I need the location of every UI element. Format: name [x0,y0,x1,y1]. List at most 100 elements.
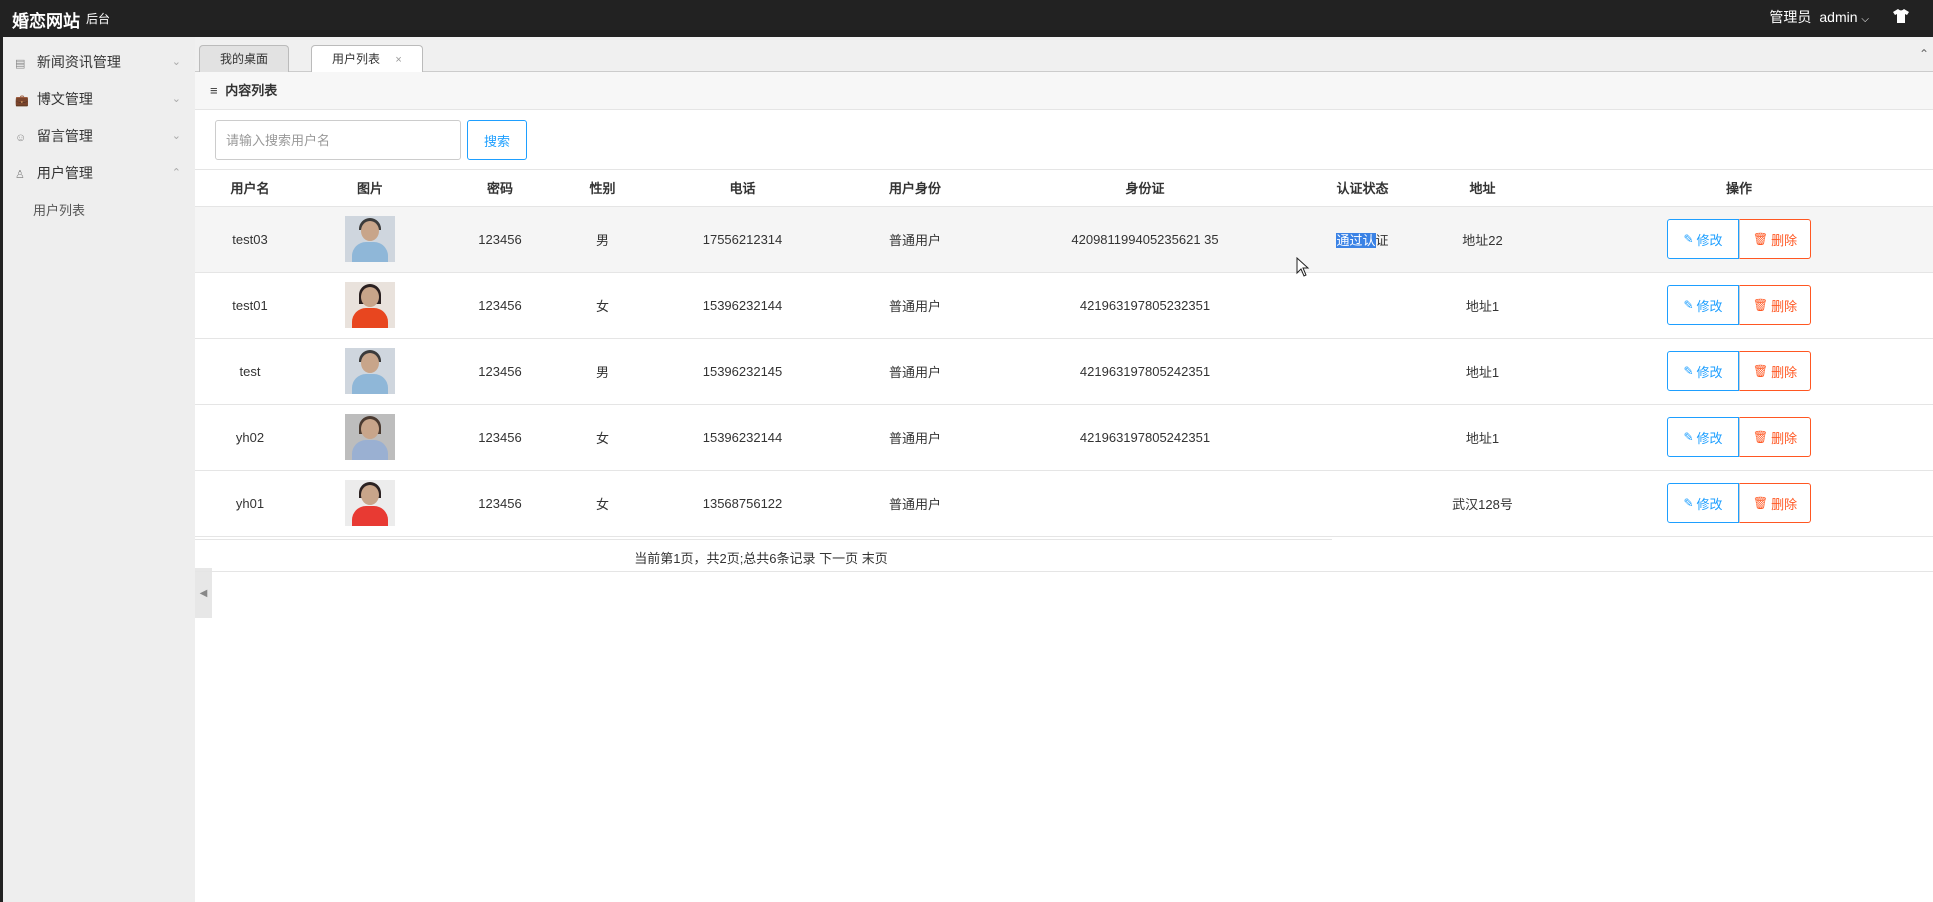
sidebar-subitem-user-list[interactable]: 用户列表 [3,192,195,229]
actions-cell: ✎ 修改 🗑 删除 [1545,470,1933,537]
sidebar-item-blog[interactable]: 💼 博文管理 ⌄ [3,81,195,118]
user-photo[interactable] [345,216,395,262]
delete-button[interactable]: 🗑 删除 [1739,351,1811,391]
address-cell: 地址1 [1420,338,1545,405]
delete-label: 删除 [1771,298,1798,314]
id-card-cell: 420981199405235621 35 [985,206,1305,273]
sidebar-collapse-handle[interactable]: ◀ [195,568,212,618]
column-header: 地址 [1420,170,1545,207]
address-cell: 地址1 [1420,404,1545,471]
table-header-row: 用户名 图片 密码 性别 电话 用户身份 身份证 认证状态 地址 操作 [195,170,1933,207]
photo-cell [305,338,435,405]
phone-cell: 15396232144 [640,272,845,339]
photo-cell [305,272,435,339]
user-icon: ♙ [15,169,25,181]
actions-cell: ✎ 修改 🗑 删除 [1545,272,1933,339]
edit-icon: ✎ [1683,232,1694,246]
edit-label: 修改 [1696,364,1723,380]
chevron-down-icon: ⌄ [171,93,181,105]
gender-cell: 女 [565,272,640,339]
edit-label: 修改 [1696,232,1723,248]
delete-label: 删除 [1771,496,1798,512]
actions-cell: ✎ 修改 🗑 删除 [1545,338,1933,405]
row-actions: ✎ 修改 🗑 删除 [1667,351,1811,391]
edit-button[interactable]: ✎ 修改 [1667,351,1739,391]
id-card-cell: 421963197805242351 [985,338,1305,405]
user-menu[interactable]: admin ⌵ [1819,9,1869,25]
edit-label: 修改 [1696,496,1723,512]
auth-status-cell: 通过认证 [1305,206,1420,273]
sidebar-item-messages[interactable]: ☺ 留言管理 ⌄ [3,118,195,155]
trash-icon: 🗑 [1752,298,1769,312]
user-photo[interactable] [345,348,395,394]
sidebar-item-news[interactable]: ▤ 新闻资讯管理 ⌄ [3,44,195,81]
comment-icon: ☺ [15,132,27,144]
edit-button[interactable]: ✎ 修改 [1667,483,1739,523]
delete-button[interactable]: 🗑 删除 [1739,417,1811,457]
delete-label: 删除 [1771,232,1798,248]
gender-cell: 男 [565,338,640,405]
address-cell: 地址1 [1420,272,1545,339]
chevron-down-icon: ⌄ [171,56,181,68]
username[interactable]: admin [1819,9,1857,25]
user-photo[interactable] [345,480,395,526]
delete-button[interactable]: 🗑 删除 [1739,483,1811,523]
list-icon: ≡ [210,83,218,98]
pagination: 当前第1页，共2页;总共6条记录 下一页 末页 [195,539,1933,572]
actions-cell: ✎ 修改 🗑 删除 [1545,206,1933,273]
edit-icon: ✎ [1683,364,1694,378]
auth-status-cell [1305,470,1420,537]
delete-label: 删除 [1771,364,1798,380]
tab-bar: 我的桌面 用户列表 × ⌃ [195,37,1933,73]
tab-user-list[interactable]: 用户列表 × [311,45,423,73]
edit-button[interactable]: ✎ 修改 [1667,219,1739,259]
id-card-cell [985,470,1305,537]
photo-cell [305,206,435,273]
close-icon[interactable]: × [395,54,401,66]
divider [195,539,1332,540]
row-actions: ✎ 修改 🗑 删除 [1667,219,1811,259]
sidebar: ▤ 新闻资讯管理 ⌄ 💼 博文管理 ⌄ ☺ 留言管理 ⌄ ♙ 用户管理 ⌃ 用户… [0,37,195,902]
password-cell: 123456 [435,338,565,405]
edit-button[interactable]: ✎ 修改 [1667,285,1739,325]
user-photo[interactable] [345,282,395,328]
sidebar-item-label: 用户管理 [36,165,93,181]
top-bar: 婚恋网站 后台 管理员 admin ⌵ [0,0,1933,37]
column-header: 密码 [435,170,565,207]
pagination-text[interactable]: 当前第1页，共2页;总共6条记录 下一页 末页 [195,548,1327,567]
id-card-cell: 421963197805242351 [985,404,1305,471]
role-cell: 普通用户 [845,338,985,405]
column-header: 性别 [565,170,640,207]
chevron-up-icon[interactable]: ⌃ [1919,47,1929,61]
column-header: 身份证 [985,170,1305,207]
brand-subtitle: 后台 [86,12,111,26]
password-cell: 123456 [435,404,565,471]
user-photo[interactable] [345,414,395,460]
delete-button[interactable]: 🗑 删除 [1739,219,1811,259]
id-card-cell: 421963197805232351 [985,272,1305,339]
brand-title[interactable]: 婚恋网站 [12,7,80,32]
chevron-down-icon[interactable]: ⌵ [1861,14,1869,25]
photo-cell [305,404,435,471]
username-cell: yh02 [195,404,305,471]
edit-icon: ✎ [1683,430,1694,444]
user-area: 管理员 admin ⌵ [1769,7,1909,27]
sidebar-item-users[interactable]: ♙ 用户管理 ⌃ [3,155,195,192]
edit-icon: ✎ [1683,496,1694,510]
search-input[interactable] [215,120,461,160]
tshirt-icon[interactable] [1893,8,1909,26]
username-cell: test01 [195,272,305,339]
table-row: test03 123456 男 17556212314 普通用户 420981199405… [195,206,1933,273]
tab-desktop[interactable]: 我的桌面 [199,45,290,72]
row-actions: ✎ 修改 🗑 删除 [1667,417,1811,457]
delete-button[interactable]: 🗑 删除 [1739,285,1811,325]
phone-cell: 17556212314 [640,206,845,273]
password-cell: 123456 [435,272,565,339]
phone-cell: 13568756122 [640,470,845,537]
column-header: 操作 [1545,170,1933,207]
search-button[interactable]: 搜索 [467,120,527,160]
edit-button[interactable]: ✎ 修改 [1667,417,1739,457]
caret-left-icon[interactable]: ◀ [200,588,208,599]
sidebar-item-label: 博文管理 [36,91,93,107]
row-actions: ✎ 修改 🗑 删除 [1667,285,1811,325]
